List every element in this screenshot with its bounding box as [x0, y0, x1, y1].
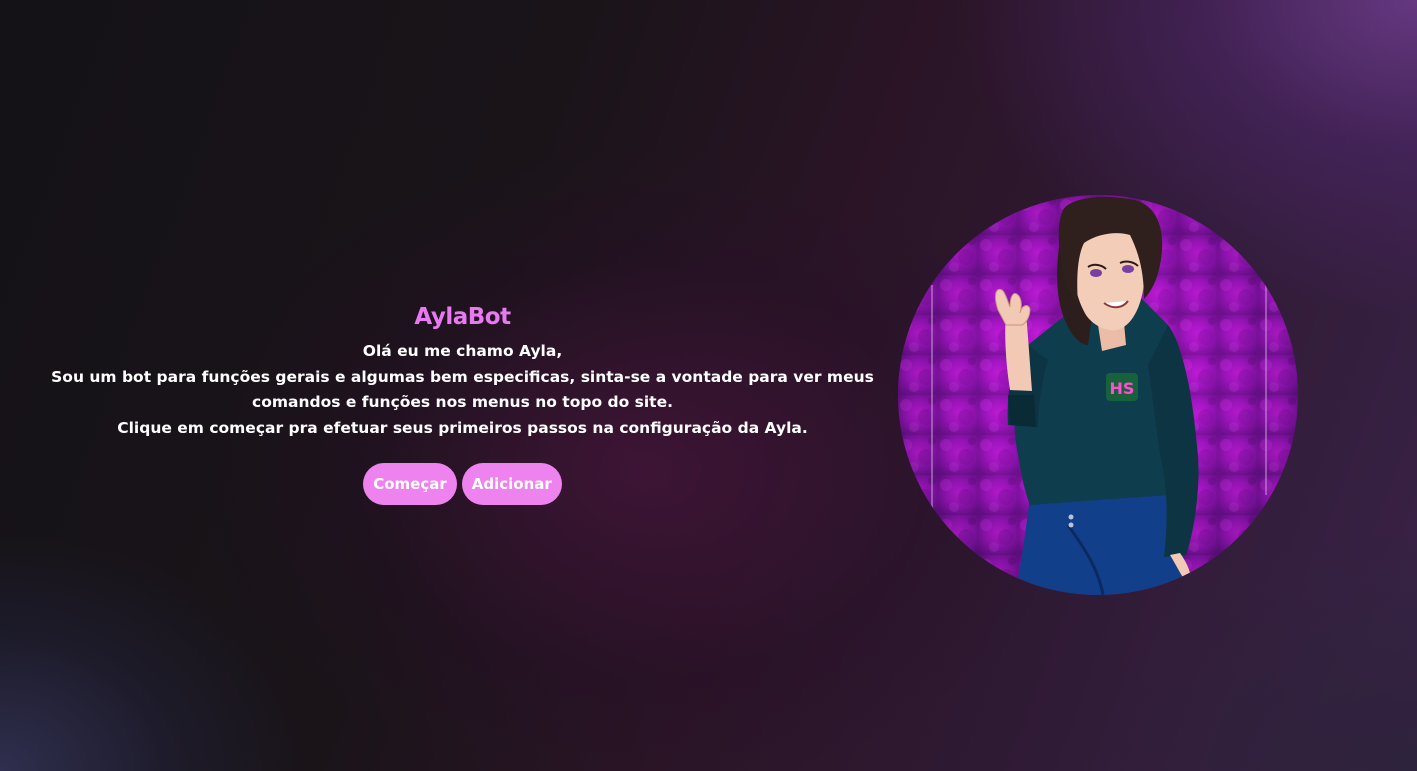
description-line-greeting: Olá eu me chamo Ayla, [362, 342, 563, 360]
hero-text-block: AylaBot Olá eu me chamo Ayla, Sou um bot… [40, 300, 885, 505]
start-button[interactable]: Começar [363, 463, 457, 505]
description-line-intro: Sou um bot para funções gerais e algumas… [51, 367, 874, 386]
bot-title: AylaBot [414, 304, 511, 330]
bot-avatar-image: HS [898, 195, 1298, 595]
add-bot-button[interactable]: Adicionar [461, 463, 562, 505]
action-buttons: Começar Adicionar [40, 463, 885, 505]
description-line-start-hint: Clique em começar pra efetuar seus prime… [117, 418, 808, 437]
avatar-illustration: HS [898, 195, 1298, 595]
hs-badge-text: HS [1110, 379, 1135, 398]
description-line-menus: comandos e funções nos menus no topo do … [252, 393, 673, 411]
